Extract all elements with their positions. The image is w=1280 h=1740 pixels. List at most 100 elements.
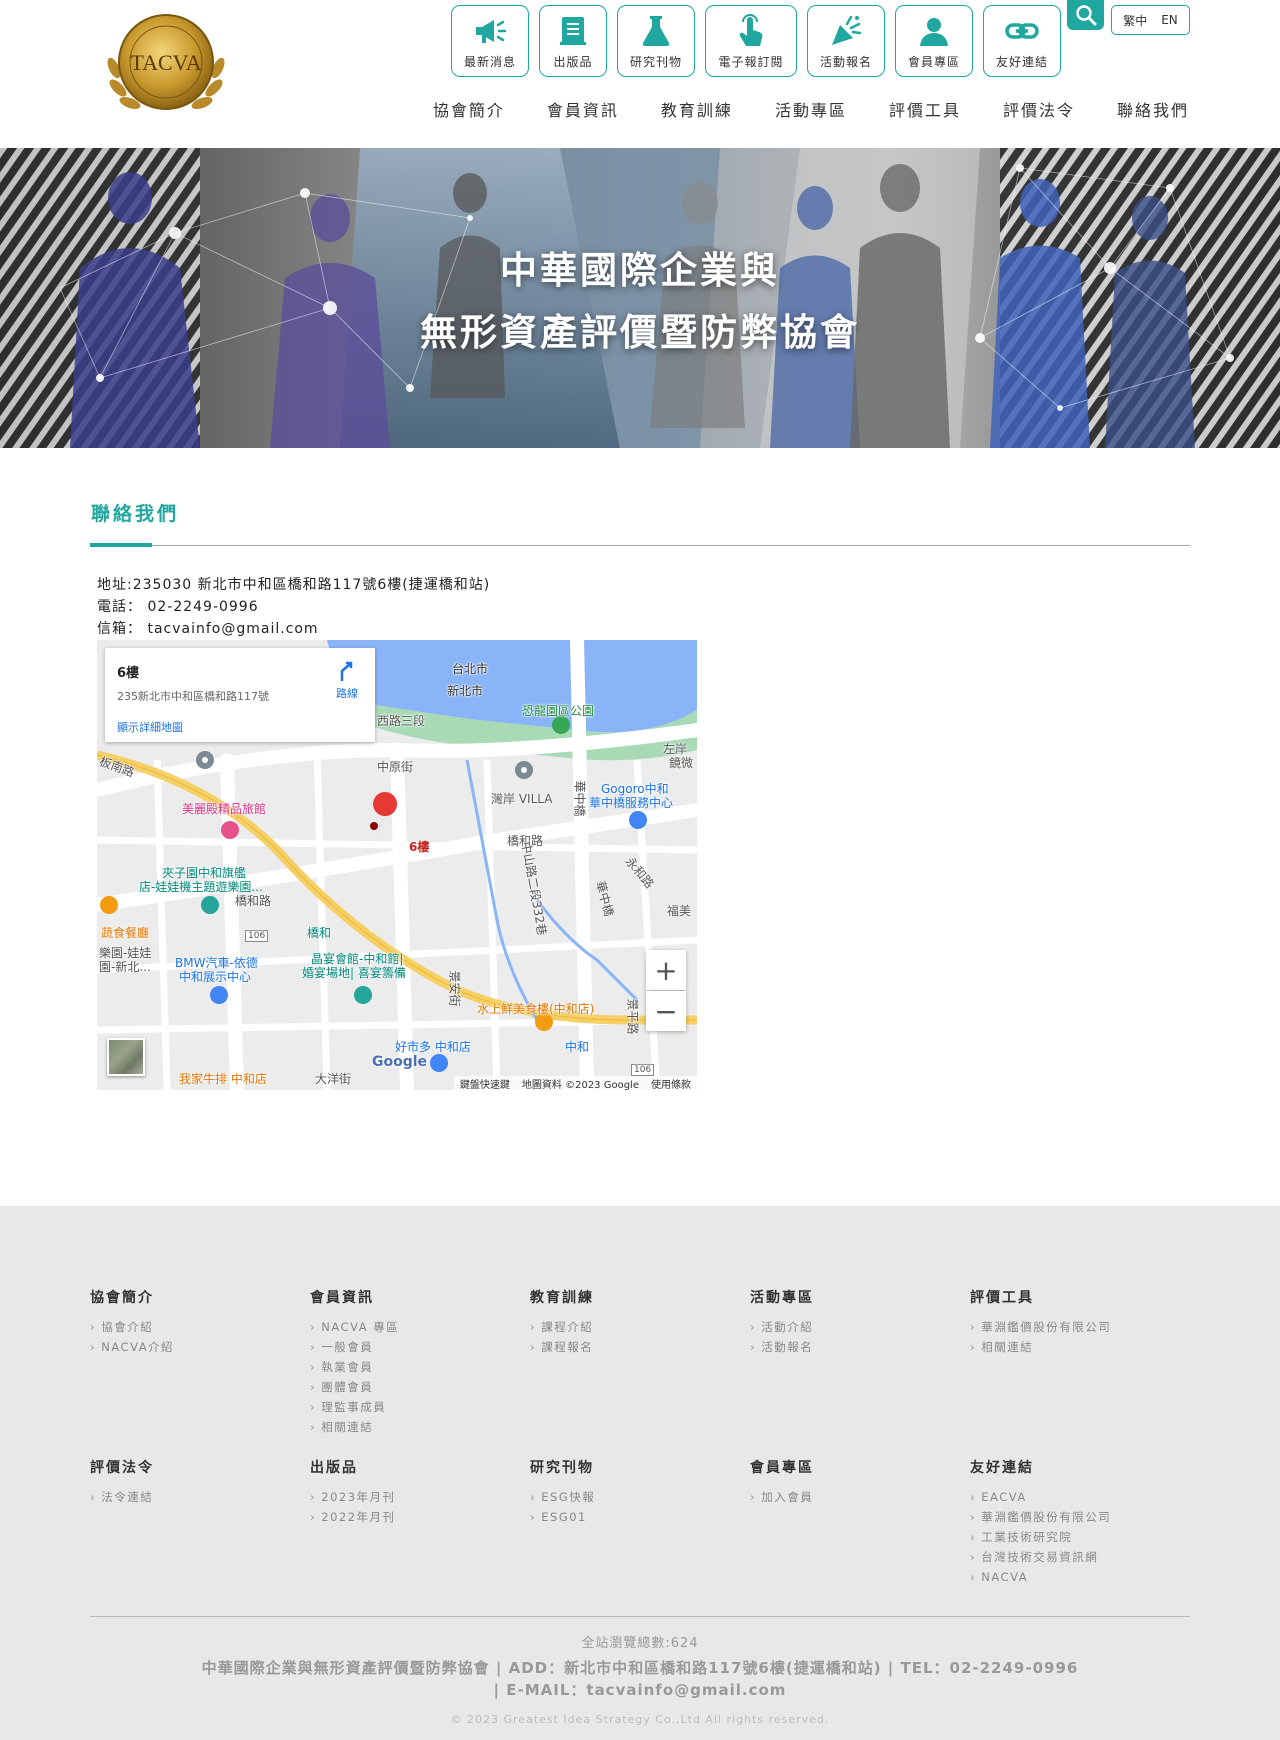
- map-label: 中和: [565, 1040, 590, 1054]
- footer-link[interactable]: 2022年月刊: [310, 1507, 396, 1527]
- map-label: 水上鮮美食樓(中和店): [477, 1002, 595, 1016]
- map-label: 中和展示中心: [179, 970, 252, 984]
- footer-info-line2: | E-MAIL：tacvainfo@gmail.com: [493, 1681, 787, 1699]
- map-marker-label: 6樓: [409, 840, 430, 854]
- footer-link[interactable]: 活動介紹: [750, 1317, 814, 1337]
- map-label: 鏡微: [669, 756, 694, 770]
- footer-link[interactable]: NACVA: [970, 1567, 1111, 1587]
- icon-nav-research[interactable]: 研究刊物: [617, 5, 695, 77]
- footer-link[interactable]: 相關連結: [310, 1417, 399, 1437]
- link-icon: [1005, 23, 1039, 39]
- footer-link[interactable]: 相關連結: [970, 1337, 1111, 1357]
- footer-link[interactable]: 台灣技術交易資訊網: [970, 1547, 1111, 1567]
- map-label: 大洋街: [315, 1072, 352, 1086]
- lang-zh[interactable]: 繁中: [1123, 12, 1147, 29]
- heading-accent-bar: [90, 543, 152, 547]
- footer-link[interactable]: 團體會員: [310, 1377, 399, 1397]
- terms-link[interactable]: 使用條款: [651, 1076, 691, 1091]
- footer-link-list: 華淵鑑價股份有限公司相關連結: [970, 1317, 1111, 1357]
- map-label: 新北市: [447, 684, 484, 698]
- footer-column-title[interactable]: 會員資訊: [310, 1287, 399, 1307]
- icon-nav-events[interactable]: 活動報名: [807, 5, 885, 77]
- footer-link[interactable]: NACVA介紹: [90, 1337, 174, 1357]
- map-label: 西路三段: [377, 714, 426, 728]
- footer-link-list: 2023年月刊2022年月刊: [310, 1487, 396, 1527]
- nav-about[interactable]: 協會簡介: [433, 97, 505, 121]
- map-attribution: 鍵盤快速鍵 地圖資料 ©2023 Google 使用條款: [453, 1076, 697, 1091]
- map-label: 我家牛排 中和店: [179, 1072, 267, 1086]
- footer-column: 會員專區加入會員: [750, 1457, 814, 1507]
- footer-link[interactable]: 一般會員: [310, 1337, 399, 1357]
- keyboard-shortcuts-link[interactable]: 鍵盤快速鍵: [460, 1076, 510, 1091]
- footer-link[interactable]: NACVA 專區: [310, 1317, 399, 1337]
- icon-nav-news[interactable]: 最新消息: [451, 5, 529, 77]
- language-switcher: 繁中 EN: [1111, 5, 1190, 35]
- banner-title-line2: 無形資產評價暨防弊協會: [420, 311, 860, 354]
- nav-contact[interactable]: 聯絡我們: [1117, 97, 1189, 121]
- footer-column-title[interactable]: 友好連結: [970, 1457, 1111, 1477]
- footer-link-list: 協會介紹NACVA介紹: [90, 1317, 174, 1357]
- footer-link[interactable]: ESG01: [530, 1507, 595, 1527]
- footer-link-list: 課程介紹課程報名: [530, 1317, 594, 1357]
- footer-link[interactable]: 華淵鑑價股份有限公司: [970, 1507, 1111, 1527]
- footer-link[interactable]: 加入會員: [750, 1487, 814, 1507]
- tacva-logo[interactable]: TACVA: [100, 10, 232, 116]
- footer-link[interactable]: EACVA: [970, 1487, 1111, 1507]
- footer-divider: [90, 1616, 1190, 1617]
- main-nav: 協會簡介 會員資訊 教育訓練 活動專區 評價工具 評價法令 聯絡我們: [433, 97, 1189, 121]
- nav-education[interactable]: 教育訓練: [661, 97, 733, 121]
- nav-regulations[interactable]: 評價法令: [1003, 97, 1075, 121]
- zoom-in-button[interactable]: +: [646, 950, 686, 990]
- footer-link[interactable]: 法令連結: [90, 1487, 154, 1507]
- footer-link[interactable]: 華淵鑑價股份有限公司: [970, 1317, 1111, 1337]
- footer-link-list: 法令連結: [90, 1487, 154, 1507]
- footer-link[interactable]: 課程介紹: [530, 1317, 594, 1337]
- google-map[interactable]: 台北市 新北市 恐龍園區公園 西路三段 中原街 灣岸 VILLA Gogoro中…: [97, 640, 697, 1090]
- footer-link[interactable]: 2023年月刊: [310, 1487, 396, 1507]
- footer-column-title[interactable]: 活動專區: [750, 1287, 814, 1307]
- flask-icon: [642, 16, 670, 47]
- footer-link-list: EACVA華淵鑑價股份有限公司工業技術研究院台灣技術交易資訊網NACVA: [970, 1487, 1111, 1587]
- footer-column: 評價工具華淵鑑價股份有限公司相關連結: [970, 1287, 1111, 1357]
- icon-nav-label: 友好連結: [995, 55, 1048, 69]
- icon-nav: 最新消息 出版品 研究刊物 電子報訂閱 活動報名 會員專區 友好連結: [451, 5, 1061, 77]
- footer-link[interactable]: 活動報名: [750, 1337, 814, 1357]
- footer-link[interactable]: ESG快報: [530, 1487, 595, 1507]
- directions-icon: [340, 661, 353, 681]
- search-button[interactable]: [1067, 0, 1104, 30]
- satellite-toggle[interactable]: [107, 1038, 145, 1076]
- footer-column-title[interactable]: 協會簡介: [90, 1287, 174, 1307]
- icon-nav-links[interactable]: 友好連結: [983, 5, 1061, 77]
- map-label: 華中橋: [572, 780, 587, 817]
- footer-link[interactable]: 協會介紹: [90, 1317, 174, 1337]
- footer-link[interactable]: 執業會員: [310, 1357, 399, 1377]
- nav-tools[interactable]: 評價工具: [889, 97, 961, 121]
- icon-nav-members[interactable]: 會員專區: [895, 5, 973, 77]
- map-label: 景平路: [625, 998, 640, 1035]
- contact-email: 信箱： tacvainfo@gmail.com: [97, 621, 319, 637]
- map-label: 華中橋服務中心: [589, 796, 674, 810]
- icon-nav-newsletter[interactable]: 電子報訂閱: [705, 5, 797, 77]
- nav-events[interactable]: 活動專區: [775, 97, 847, 121]
- map-label: 景安街: [447, 970, 462, 1007]
- directions-button[interactable]: 路線: [331, 660, 363, 701]
- lang-en[interactable]: EN: [1161, 13, 1178, 27]
- footer-column-title[interactable]: 出版品: [310, 1457, 396, 1477]
- footer-column-title[interactable]: 會員專區: [750, 1457, 814, 1477]
- footer-link[interactable]: 課程報名: [530, 1337, 594, 1357]
- view-larger-map-link[interactable]: 顯示詳細地圖: [117, 719, 183, 735]
- map-label: 好市多 中和店: [395, 1040, 471, 1054]
- contact-address: 地址:235030 新北市中和區橋和路117號6樓(捷運橋和站): [97, 577, 491, 593]
- footer-link-list: NACVA 專區一般會員執業會員團體會員理監事成員相關連結: [310, 1317, 399, 1437]
- footer-column-title[interactable]: 研究刊物: [530, 1457, 595, 1477]
- icon-nav-label: 研究刊物: [629, 55, 682, 69]
- map-label: 橋和: [307, 926, 332, 940]
- footer-link[interactable]: 理監事成員: [310, 1397, 399, 1417]
- footer-column-title[interactable]: 教育訓練: [530, 1287, 594, 1307]
- zoom-out-button[interactable]: −: [646, 991, 686, 1031]
- footer-link[interactable]: 工業技術研究院: [970, 1527, 1111, 1547]
- footer-column-title[interactable]: 評價法令: [90, 1457, 154, 1477]
- icon-nav-publications[interactable]: 出版品: [539, 5, 607, 77]
- nav-members[interactable]: 會員資訊: [547, 97, 619, 121]
- footer-column-title[interactable]: 評價工具: [970, 1287, 1111, 1307]
